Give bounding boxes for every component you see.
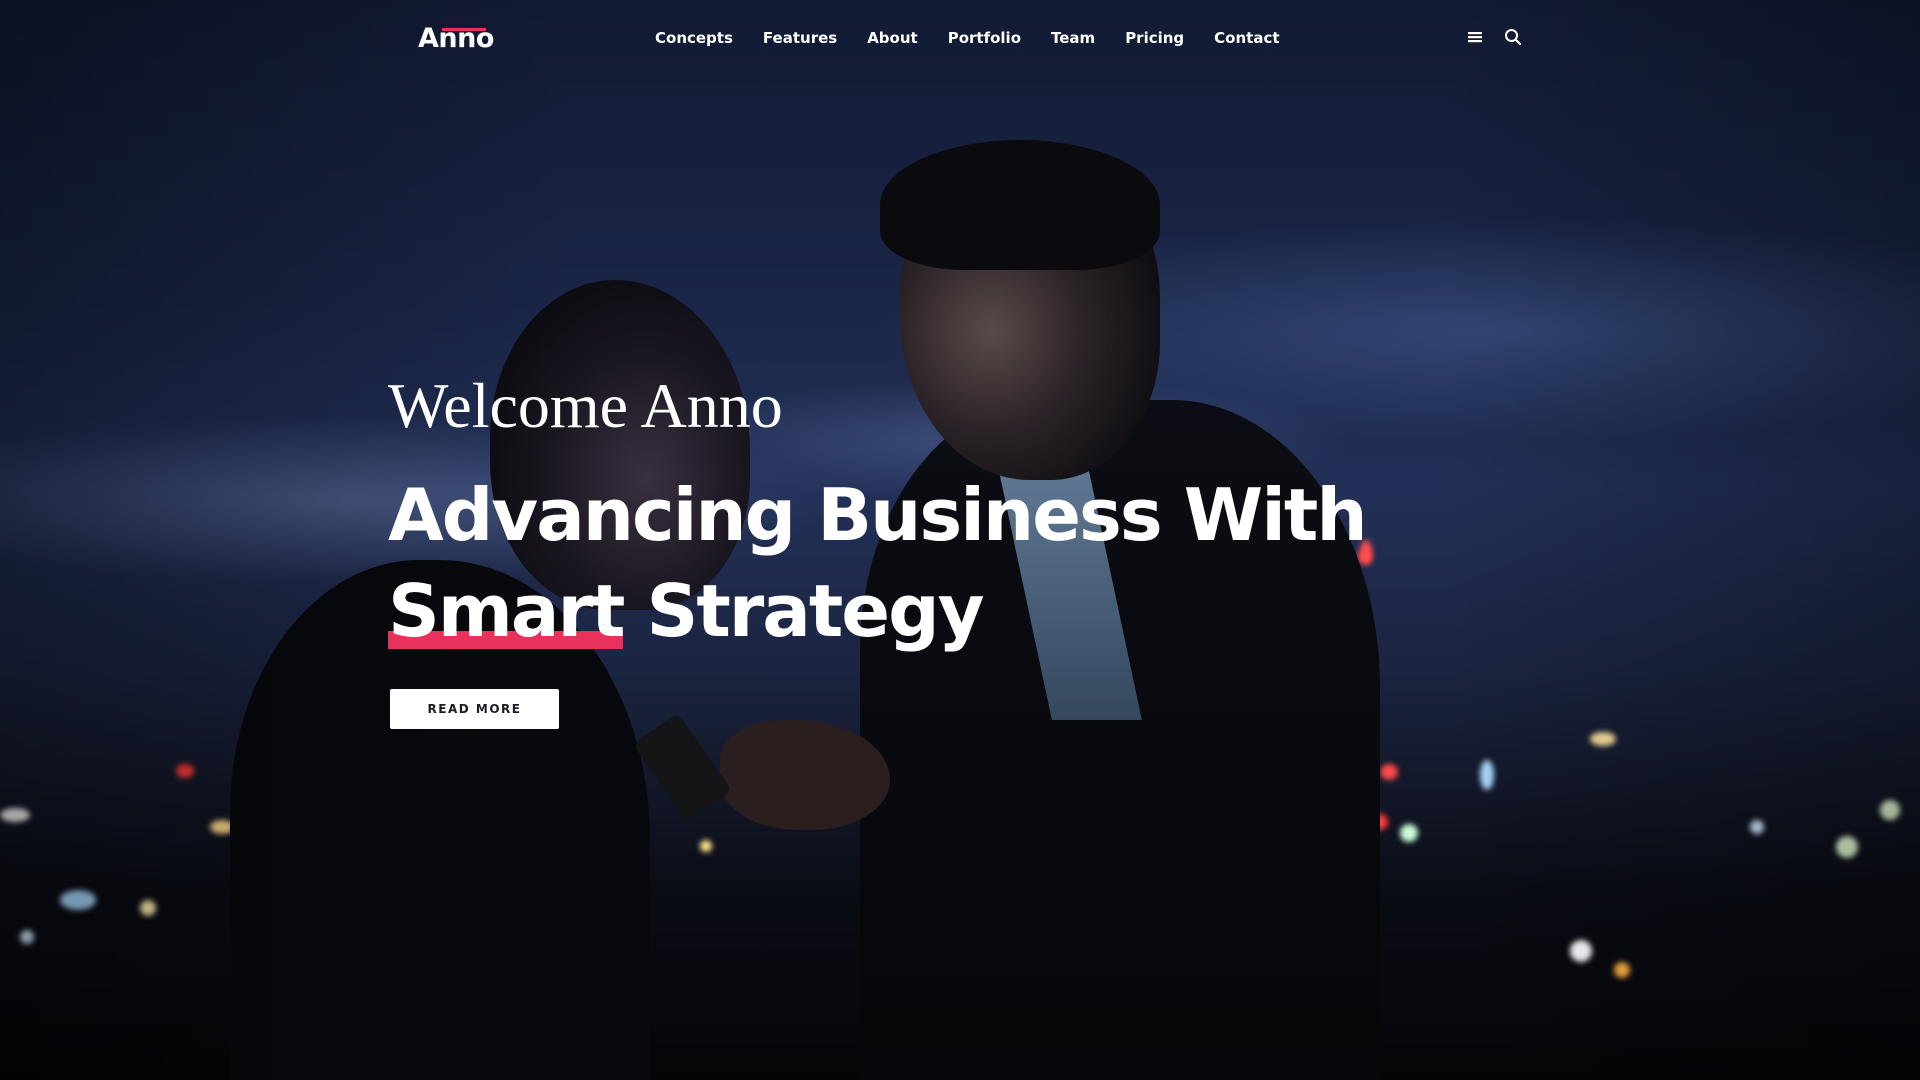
nav-item-concepts[interactable]: Concepts: [655, 28, 733, 48]
logo-accent-bar: [442, 28, 486, 31]
nav-icons: [1466, 28, 1522, 46]
nav-item-about[interactable]: About: [867, 28, 918, 48]
nav-item-portfolio[interactable]: Portfolio: [948, 28, 1021, 48]
hero-section: Anno Concepts Features About Portfolio T…: [0, 0, 1920, 1080]
nav-item-contact[interactable]: Contact: [1214, 28, 1279, 48]
main-nav: Concepts Features About Portfolio Team P…: [655, 28, 1310, 48]
hero-title-line-1: Advancing Business With: [388, 473, 1368, 557]
search-icon[interactable]: [1504, 28, 1522, 46]
menu-icon[interactable]: [1466, 28, 1484, 46]
logo[interactable]: Anno: [418, 24, 494, 54]
nav-item-features[interactable]: Features: [763, 28, 837, 48]
read-more-button[interactable]: READ MORE: [390, 689, 559, 729]
hero-eyebrow: Welcome Anno: [388, 370, 783, 441]
nav-item-team[interactable]: Team: [1051, 28, 1095, 48]
nav-item-pricing[interactable]: Pricing: [1125, 28, 1184, 48]
hero-title: Advancing Business With Smart Strategy: [388, 467, 1368, 659]
hero-title-highlight: Smart: [388, 563, 625, 659]
hero-title-line-2: Smart Strategy: [388, 563, 1366, 659]
hero-title-line-2-rest: Strategy: [646, 569, 984, 653]
navbar: Anno Concepts Features About Portfolio T…: [0, 0, 1920, 78]
